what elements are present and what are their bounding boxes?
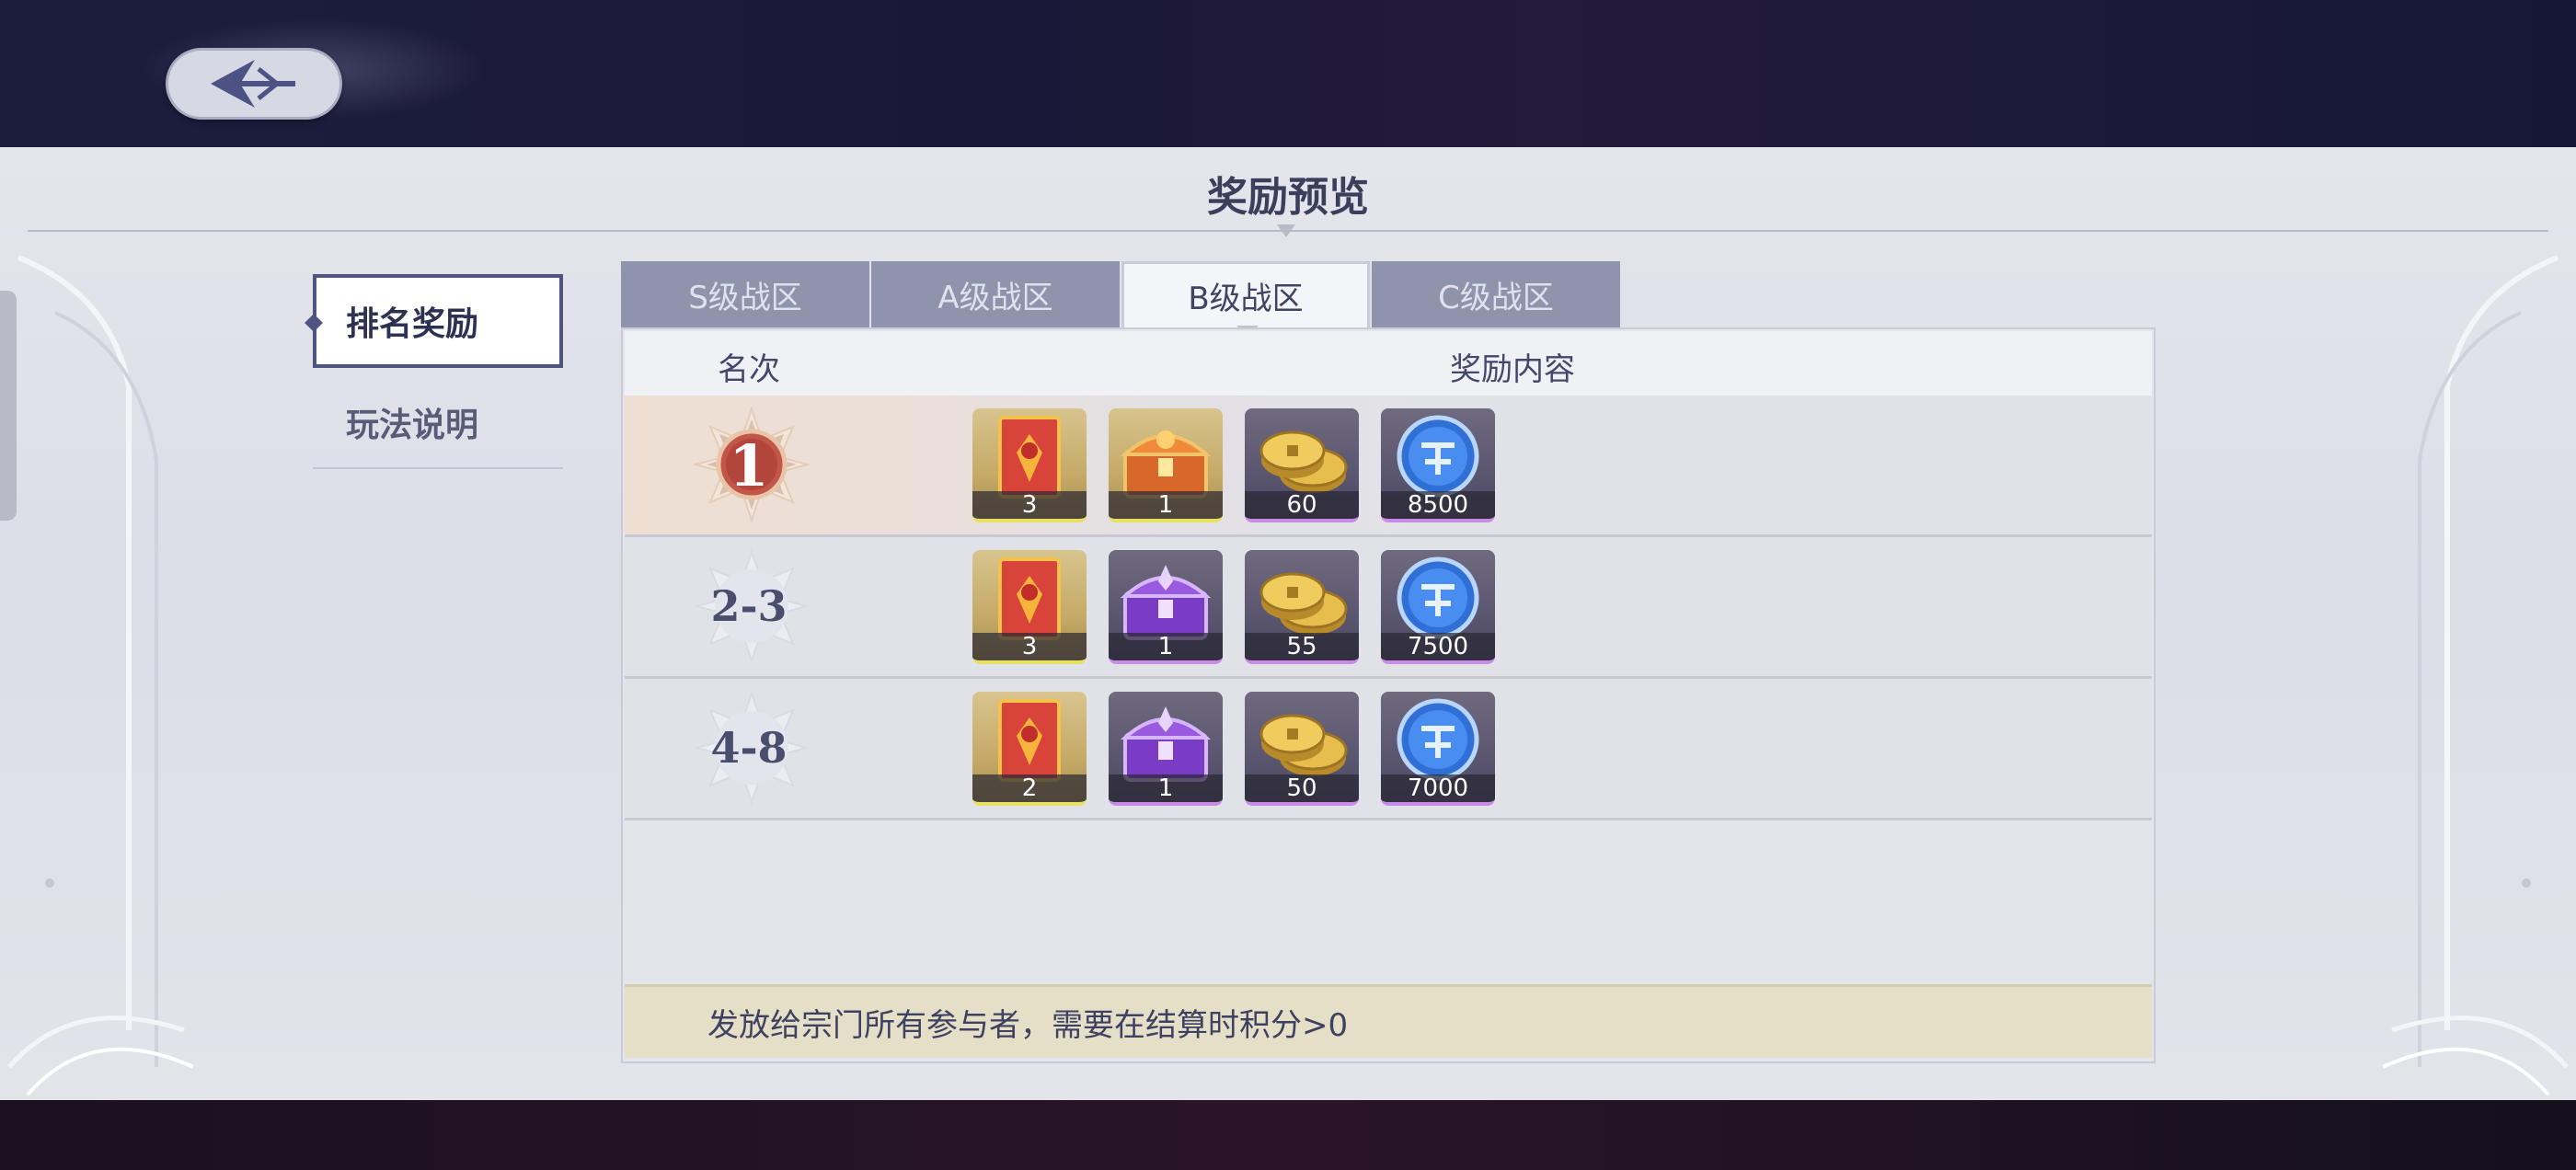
top-bar bbox=[0, 0, 2576, 147]
zone-tabs: S级战区 A级战区 B级战区 C级战区 bbox=[621, 261, 1622, 327]
tab-c-zone[interactable]: C级战区 bbox=[1372, 261, 1620, 327]
reward-count: 60 bbox=[1245, 491, 1359, 519]
table-row: 4-8 2 1 50 7000 bbox=[625, 679, 2152, 820]
reward-items: 2 1 50 7000 bbox=[972, 692, 1517, 806]
table-header: 名次 奖励内容 bbox=[625, 331, 2152, 396]
reward-item[interactable]: 1 bbox=[1109, 692, 1223, 806]
reward-item[interactable]: 1 bbox=[1109, 550, 1223, 664]
reward-count: 1 bbox=[1109, 633, 1223, 660]
table-row: 1 3 1 60 8500 bbox=[625, 396, 2152, 537]
tab-b-zone[interactable]: B级战区 bbox=[1121, 261, 1370, 327]
reward-count: 3 bbox=[972, 633, 1087, 660]
column-header-rank: 名次 bbox=[718, 351, 780, 388]
reward-item[interactable]: 8500 bbox=[1381, 408, 1495, 522]
reward-item[interactable]: 7500 bbox=[1381, 550, 1495, 664]
right-ornament bbox=[2382, 255, 2569, 1096]
tab-a-zone[interactable]: A级战区 bbox=[871, 261, 1120, 327]
reward-count: 1 bbox=[1109, 774, 1223, 802]
table-row: 2-3 3 1 55 7500 bbox=[625, 537, 2152, 679]
rank-label: 4-8 bbox=[710, 723, 788, 773]
reward-item[interactable]: 7000 bbox=[1381, 692, 1495, 806]
reward-count: 1 bbox=[1109, 491, 1223, 519]
reward-item[interactable]: 3 bbox=[972, 550, 1087, 664]
reward-item[interactable]: 1 bbox=[1109, 408, 1223, 522]
sidebar-item-label: 玩法说明 bbox=[346, 406, 479, 444]
rank-label: 2-3 bbox=[710, 581, 788, 631]
title-bar: 奖励预览 bbox=[0, 147, 2576, 239]
reward-item[interactable]: 50 bbox=[1245, 692, 1359, 806]
reward-condition-note: 发放给宗门所有参与者，需要在结算时积分>0 bbox=[625, 984, 2152, 1058]
reward-count: 7500 bbox=[1381, 633, 1495, 660]
tab-s-zone[interactable]: S级战区 bbox=[621, 261, 869, 327]
reward-item[interactable]: 3 bbox=[972, 408, 1087, 522]
reward-count: 8500 bbox=[1381, 491, 1495, 519]
reward-count: 2 bbox=[972, 774, 1087, 802]
rank-label: 1 bbox=[729, 432, 769, 499]
reward-count: 7000 bbox=[1381, 774, 1495, 802]
page-title: 奖励预览 bbox=[1207, 174, 1369, 221]
reward-item[interactable]: 60 bbox=[1245, 408, 1359, 522]
reward-item[interactable]: 2 bbox=[972, 692, 1087, 806]
column-header-rewards: 奖励内容 bbox=[1450, 351, 1575, 388]
bottom-bar bbox=[0, 1100, 2576, 1170]
reward-preview-panel: 奖励预览 排名奖励 玩法说明 S级战区 A级战区 B级战区 C级战区 名次 奖励… bbox=[0, 147, 2576, 1100]
sidebar-item-ranking-rewards[interactable]: 排名奖励 bbox=[313, 274, 563, 368]
back-button[interactable] bbox=[166, 48, 342, 120]
reward-condition-text: 发放给宗门所有参与者，需要在结算时积分>0 bbox=[707, 1007, 1349, 1044]
left-ornament bbox=[7, 255, 194, 1096]
back-arrow-icon bbox=[211, 60, 295, 108]
reward-items: 3 1 bbox=[972, 550, 1517, 664]
reward-count: 55 bbox=[1245, 633, 1359, 660]
reward-item[interactable]: 55 bbox=[1245, 550, 1359, 664]
reward-table: 名次 奖励内容 1 3 1 60 8500 2-3 3 1 55 7500 4-… bbox=[621, 327, 2156, 1063]
sidebar-item-gameplay-guide[interactable]: 玩法说明 bbox=[313, 377, 563, 469]
sidebar-item-label: 排名奖励 bbox=[346, 304, 479, 343]
reward-items: 3 1 bbox=[972, 408, 1517, 522]
reward-count: 3 bbox=[972, 491, 1087, 519]
reward-count: 50 bbox=[1245, 774, 1359, 802]
